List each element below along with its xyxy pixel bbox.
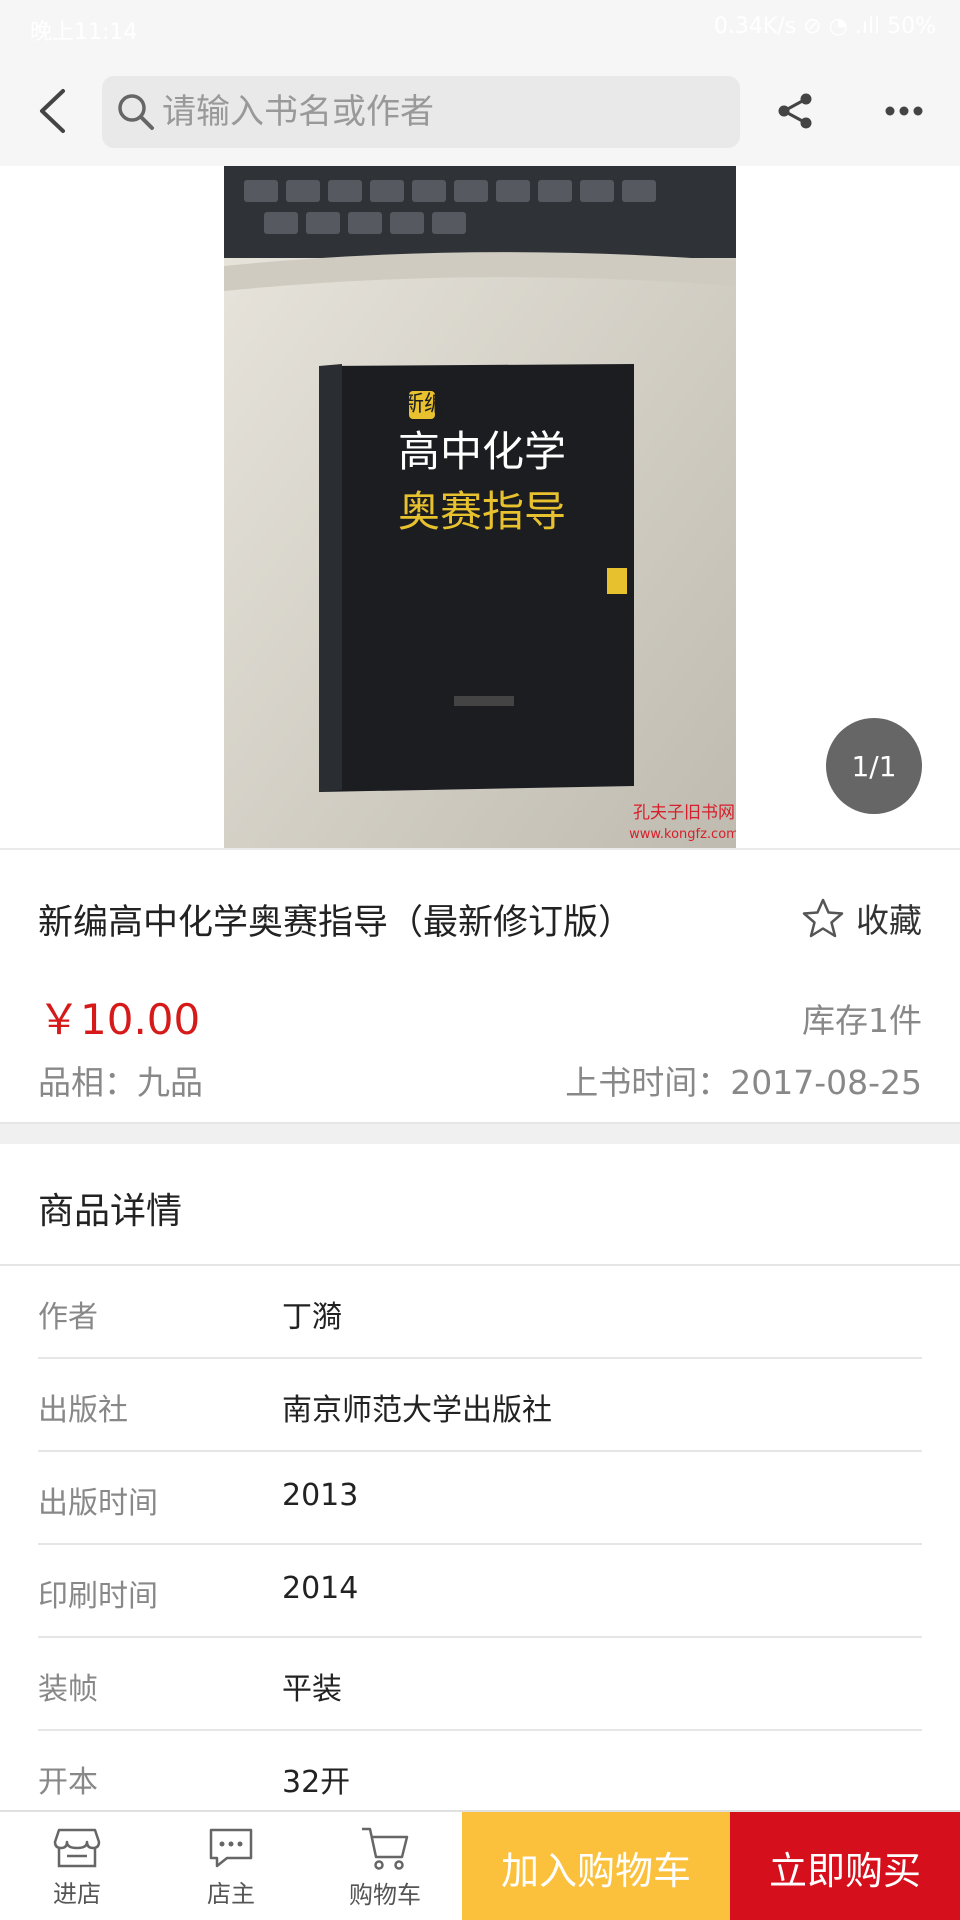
detail-row-publish-date: 出版时间 2013 <box>38 1452 922 1545</box>
product-condition: 品相：九品 <box>38 1063 203 1102</box>
add-to-cart-button[interactable]: 加入购物车 <box>462 1812 730 1920</box>
detail-value: 平装 <box>282 1672 342 1707</box>
status-indicators: 0.34K/s ⊘ ◔ .ıll 50% <box>713 14 936 39</box>
chat-bubble-icon <box>209 1828 253 1867</box>
search-icon <box>118 94 154 130</box>
stock-count: 库存1件 <box>802 1001 922 1040</box>
detail-label: 装帧 <box>38 1672 98 1707</box>
detail-value: 32开 <box>282 1765 351 1800</box>
detail-label: 出版社 <box>38 1393 128 1428</box>
detail-value: 丁漪 <box>282 1300 342 1335</box>
store-button[interactable]: 进店 <box>0 1812 154 1920</box>
contact-owner-button[interactable]: 店主 <box>154 1812 308 1920</box>
status-bar: 晚上11:14 0.34K/s ⊘ ◔ .ıll 50% <box>0 0 960 56</box>
search-input[interactable] <box>162 92 722 132</box>
bottom-action-bar: 进店 店主 购物车 加入购物车 立即购买 <box>0 1810 960 1920</box>
owner-label: 店主 <box>207 1879 255 1908</box>
cover-title-1: 高中化学 <box>398 427 566 476</box>
book-cover-image: 新编 高中化学 奥赛指导 孔夫子旧书网 www.kongfz.com <box>224 166 736 848</box>
detail-label: 作者 <box>38 1300 98 1335</box>
details-title: 商品详情 <box>38 1191 183 1232</box>
star-outline-icon <box>802 898 844 938</box>
status-time: 晚上11:14 <box>30 20 138 45</box>
product-title: 新编高中化学奥赛指导（最新修订版） <box>38 903 634 943</box>
more-button[interactable] <box>876 86 932 136</box>
shelf-time: 上书时间：2017-08-25 <box>565 1063 922 1102</box>
store-icon <box>53 1828 101 1867</box>
product-price: ￥10.00 <box>38 995 201 1044</box>
image-page-indicator: 1/1 <box>826 718 922 814</box>
detail-label: 开本 <box>38 1765 98 1800</box>
cover-series: 新编 <box>402 392 446 417</box>
detail-row-binding: 装帧 平装 <box>38 1638 922 1731</box>
section-separator <box>0 1122 960 1144</box>
shopping-cart-icon <box>362 1827 409 1870</box>
watermark-line-2: www.kongfz.com <box>629 827 736 842</box>
detail-value: 2013 <box>282 1478 359 1513</box>
share-button[interactable] <box>770 86 820 136</box>
product-summary: 新编高中化学奥赛指导（最新修订版） 收藏 ￥10.00 库存1件 品相：九品 上… <box>0 850 960 1122</box>
back-button[interactable] <box>26 82 78 140</box>
cover-title-2: 奥赛指导 <box>398 487 566 536</box>
detail-label: 出版时间 <box>38 1486 158 1521</box>
product-image-carousel[interactable]: 新编 高中化学 奥赛指导 孔夫子旧书网 www.kongfz.com 1/1 <box>0 166 960 848</box>
favorite-label: 收藏 <box>856 901 922 940</box>
share-icon <box>778 93 812 129</box>
more-dots-icon <box>885 106 923 116</box>
store-label: 进店 <box>53 1879 101 1908</box>
chevron-left-icon <box>40 89 65 133</box>
favorite-button[interactable]: 收藏 <box>802 894 922 942</box>
search-box[interactable] <box>102 76 740 148</box>
buy-now-button[interactable]: 立即购买 <box>730 1812 960 1920</box>
detail-row-author: 作者 丁漪 <box>38 1266 922 1359</box>
top-bar <box>0 56 960 166</box>
detail-label: 印刷时间 <box>38 1579 158 1614</box>
product-photo[interactable]: 新编 高中化学 奥赛指导 孔夫子旧书网 www.kongfz.com <box>224 166 736 848</box>
details-section-header: 商品详情 <box>0 1144 960 1266</box>
detail-value: 2014 <box>282 1571 359 1606</box>
detail-value: 南京师范大学出版社 <box>282 1393 552 1428</box>
detail-row-print-date: 印刷时间 2014 <box>38 1545 922 1638</box>
cart-button[interactable]: 购物车 <box>308 1812 462 1920</box>
cart-label: 购物车 <box>349 1880 421 1909</box>
watermark-line-1: 孔夫子旧书网 <box>633 803 735 823</box>
detail-row-publisher: 出版社 南京师范大学出版社 <box>38 1359 922 1452</box>
